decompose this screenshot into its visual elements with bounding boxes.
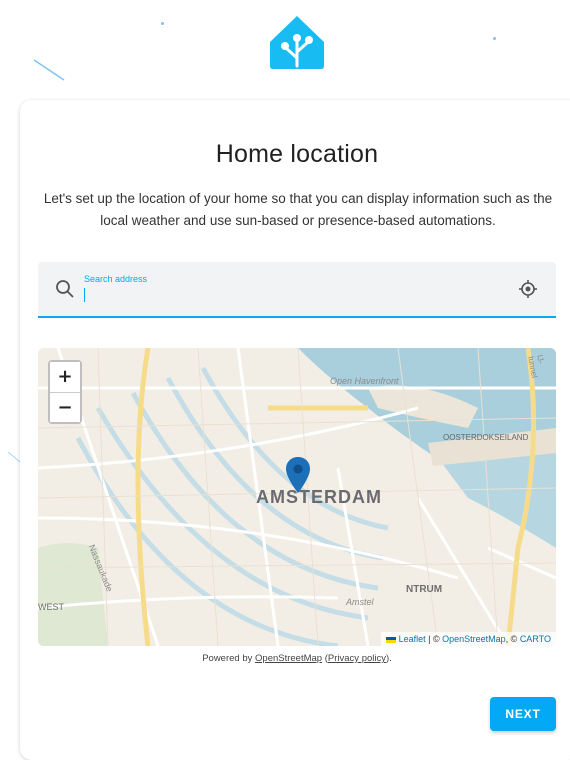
search-icon bbox=[56, 280, 74, 298]
privacy-policy-link[interactable]: Privacy policy bbox=[328, 653, 386, 664]
page-title: Home location bbox=[215, 140, 379, 168]
osm-attribution-link[interactable]: OpenStreetMap bbox=[442, 634, 506, 644]
page-description: Let's set up the location of your home s… bbox=[43, 191, 553, 228]
map-label-centrum: NTRUM bbox=[406, 584, 443, 595]
zoom-out-button[interactable]: − bbox=[50, 392, 80, 422]
map-label-haven: Open Havenfront bbox=[330, 376, 399, 386]
powered-by-prefix: Powered by bbox=[202, 653, 256, 664]
search-address-label: Search address bbox=[84, 274, 148, 284]
next-button[interactable]: NEXT bbox=[490, 697, 556, 731]
openstreetmap-link[interactable]: OpenStreetMap bbox=[255, 653, 322, 664]
my-location-icon[interactable] bbox=[518, 279, 538, 299]
background-dot bbox=[161, 22, 164, 25]
background-dot bbox=[493, 37, 496, 40]
map-attribution: Leaflet | © OpenStreetMap, © CARTO bbox=[380, 632, 556, 646]
location-map[interactable]: + − Open Havenfront OOSTERDOKSEILAND NTR… bbox=[38, 348, 556, 646]
map-label-ij-tunnel: IJ-tunnel bbox=[526, 354, 546, 379]
search-address-field[interactable]: Search address bbox=[38, 262, 556, 318]
map-label-west: WEST bbox=[38, 602, 64, 612]
leaflet-link[interactable]: Leaflet bbox=[399, 634, 426, 644]
zoom-control: + − bbox=[48, 360, 82, 424]
map-label-amstel: Amstel bbox=[346, 597, 374, 607]
map-label-oosterdok: OOSTERDOKSEILAND bbox=[443, 433, 529, 442]
zoom-in-button[interactable]: + bbox=[50, 362, 80, 392]
powered-by-text: Powered by OpenStreetMap (Privacy policy… bbox=[0, 653, 570, 664]
map-city-label: AMSTERDAM bbox=[256, 487, 382, 507]
carto-link[interactable]: CARTO bbox=[520, 634, 551, 644]
text-cursor bbox=[84, 288, 85, 302]
attribution-separator: | © bbox=[425, 634, 443, 644]
attribution-separator: , © bbox=[505, 634, 520, 644]
ukraine-flag-icon bbox=[385, 636, 396, 643]
privacy-close: ). bbox=[385, 653, 392, 664]
home-assistant-logo bbox=[270, 16, 324, 69]
